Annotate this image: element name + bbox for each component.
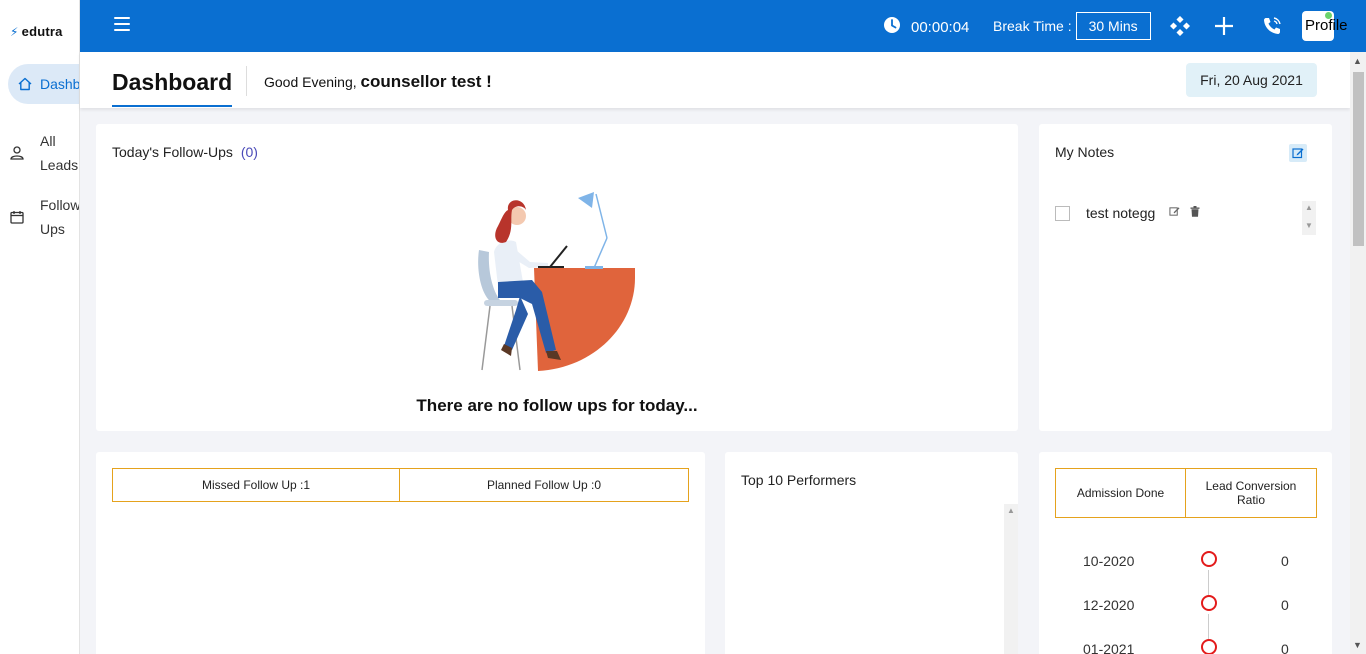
break-time-select[interactable]: 30 Mins [1075, 12, 1151, 40]
page-scrollbar[interactable]: ▲ ▼ [1350, 52, 1366, 654]
sidebar: ⚡ edutra Dashb All Leads Follow Ups [0, 0, 80, 654]
greeting: Good Evening, counsellor test ! [264, 72, 492, 92]
admission-value: 0 [1281, 597, 1289, 613]
scroll-up-arrow-icon[interactable]: ▲ [1004, 506, 1018, 515]
tab-planned-follow-up[interactable]: Planned Follow Up :0 [400, 468, 689, 502]
note-text: test notegg [1086, 205, 1156, 221]
phone-icon[interactable] [1260, 14, 1284, 38]
users-icon [8, 145, 26, 161]
user-name: counsellor test ! [360, 72, 492, 91]
top-performers-card: Top 10 Performers ▲ [725, 452, 1018, 654]
add-icon[interactable] [1212, 14, 1236, 38]
top-bar: 00:00:04 Break Time : 30 Mins Profile [80, 0, 1366, 52]
tab-missed-follow-up[interactable]: Missed Follow Up :1 [112, 468, 400, 502]
brand-logo[interactable]: ⚡ edutra [10, 24, 63, 39]
sidebar-item-label: Ups [40, 221, 65, 237]
notes-card: My Notes test notegg ▲ ▼ [1039, 124, 1332, 431]
notes-scrollbar[interactable]: ▲ ▼ [1302, 201, 1316, 235]
scroll-down-arrow-icon[interactable]: ▼ [1302, 219, 1316, 233]
profile-button[interactable]: Profile [1302, 11, 1348, 41]
edit-icon [1292, 148, 1304, 159]
timer-value: 00:00:04 [911, 18, 970, 36]
edit-note-icon[interactable] [1169, 204, 1180, 222]
empty-state-message: There are no follow ups for today... [416, 396, 698, 415]
followups-count: (0) [240, 144, 258, 160]
sidebar-item-follow-ups[interactable]: Follow Ups [8, 193, 80, 241]
scroll-down-arrow-icon[interactable]: ▼ [1353, 640, 1362, 650]
empty-state-illustration [478, 192, 635, 371]
admission-row: 01-2021 0 [1055, 639, 1317, 654]
admission-month: 12-2020 [1083, 597, 1135, 613]
top-performers-title: Top 10 Performers [741, 472, 857, 488]
sidebar-item-dashboard[interactable]: Dashb [8, 64, 80, 104]
tab-admission-done[interactable]: Admission Done [1055, 468, 1186, 518]
followups-card: Today's Follow-Ups (0) There are no foll… [96, 124, 1018, 431]
apps-grid-icon[interactable] [1168, 14, 1192, 38]
sidebar-item-label: All [40, 133, 56, 149]
admission-card: Admission Done Lead Conversion Ratio 10-… [1039, 452, 1332, 654]
note-checkbox[interactable] [1055, 205, 1070, 221]
sidebar-item-label: Dashb [40, 76, 80, 92]
scroll-thumb[interactable] [1353, 72, 1364, 246]
tab-lead-conversion-ratio[interactable]: Lead Conversion Ratio [1186, 468, 1317, 518]
followup-tabs: Missed Follow Up :1 Planned Follow Up :0 [112, 468, 689, 502]
calendar-icon [8, 210, 26, 224]
admission-tabs: Admission Done Lead Conversion Ratio [1055, 468, 1317, 518]
delete-note-icon[interactable] [1190, 204, 1200, 222]
sidebar-item-label: Follow [40, 197, 80, 213]
add-note-button[interactable] [1289, 144, 1307, 162]
break-time-label: Break Time : [993, 18, 1072, 34]
home-icon [16, 77, 34, 91]
timeline-node-icon [1201, 551, 1217, 567]
break-time: Break Time : 30 Mins [993, 12, 1151, 40]
sidebar-item-label: Leads [40, 157, 79, 173]
profile-label: Profile [1305, 17, 1348, 34]
brand-name: edutra [21, 24, 63, 39]
session-timer: 00:00:04 [883, 16, 969, 38]
note-item: test notegg [1055, 204, 1200, 222]
followup-summary-card: Missed Follow Up :1 Planned Follow Up :0 [96, 452, 705, 654]
online-status-dot [1325, 12, 1332, 19]
admission-row: 12-2020 0 [1055, 595, 1317, 641]
admission-row: 10-2020 0 [1055, 551, 1317, 597]
page-title: Dashboard [112, 69, 233, 107]
timeline-node-icon [1201, 639, 1217, 654]
followups-title-text: Today's Follow-Ups [112, 144, 233, 160]
admission-value: 0 [1281, 641, 1289, 654]
greeting-text: Good Evening, [264, 74, 357, 90]
header-divider [246, 66, 247, 96]
clock-icon [883, 16, 901, 38]
timeline-node-icon [1201, 595, 1217, 611]
menu-icon[interactable] [114, 17, 130, 31]
admission-month: 01-2021 [1083, 641, 1135, 654]
admission-value: 0 [1281, 553, 1289, 569]
scroll-up-arrow-icon[interactable]: ▲ [1353, 56, 1362, 66]
admission-month: 10-2020 [1083, 553, 1135, 569]
current-date: Fri, 20 Aug 2021 [1186, 63, 1317, 97]
sidebar-item-all-leads[interactable]: All Leads [8, 129, 78, 177]
performers-scrollbar[interactable]: ▲ [1004, 504, 1018, 654]
page-header: Dashboard Good Evening, counsellor test … [80, 52, 1350, 108]
bolt-icon: ⚡ [10, 24, 19, 39]
followups-title: Today's Follow-Ups (0) [112, 144, 258, 160]
notes-title: My Notes [1055, 144, 1115, 160]
scroll-up-arrow-icon[interactable]: ▲ [1302, 201, 1316, 215]
